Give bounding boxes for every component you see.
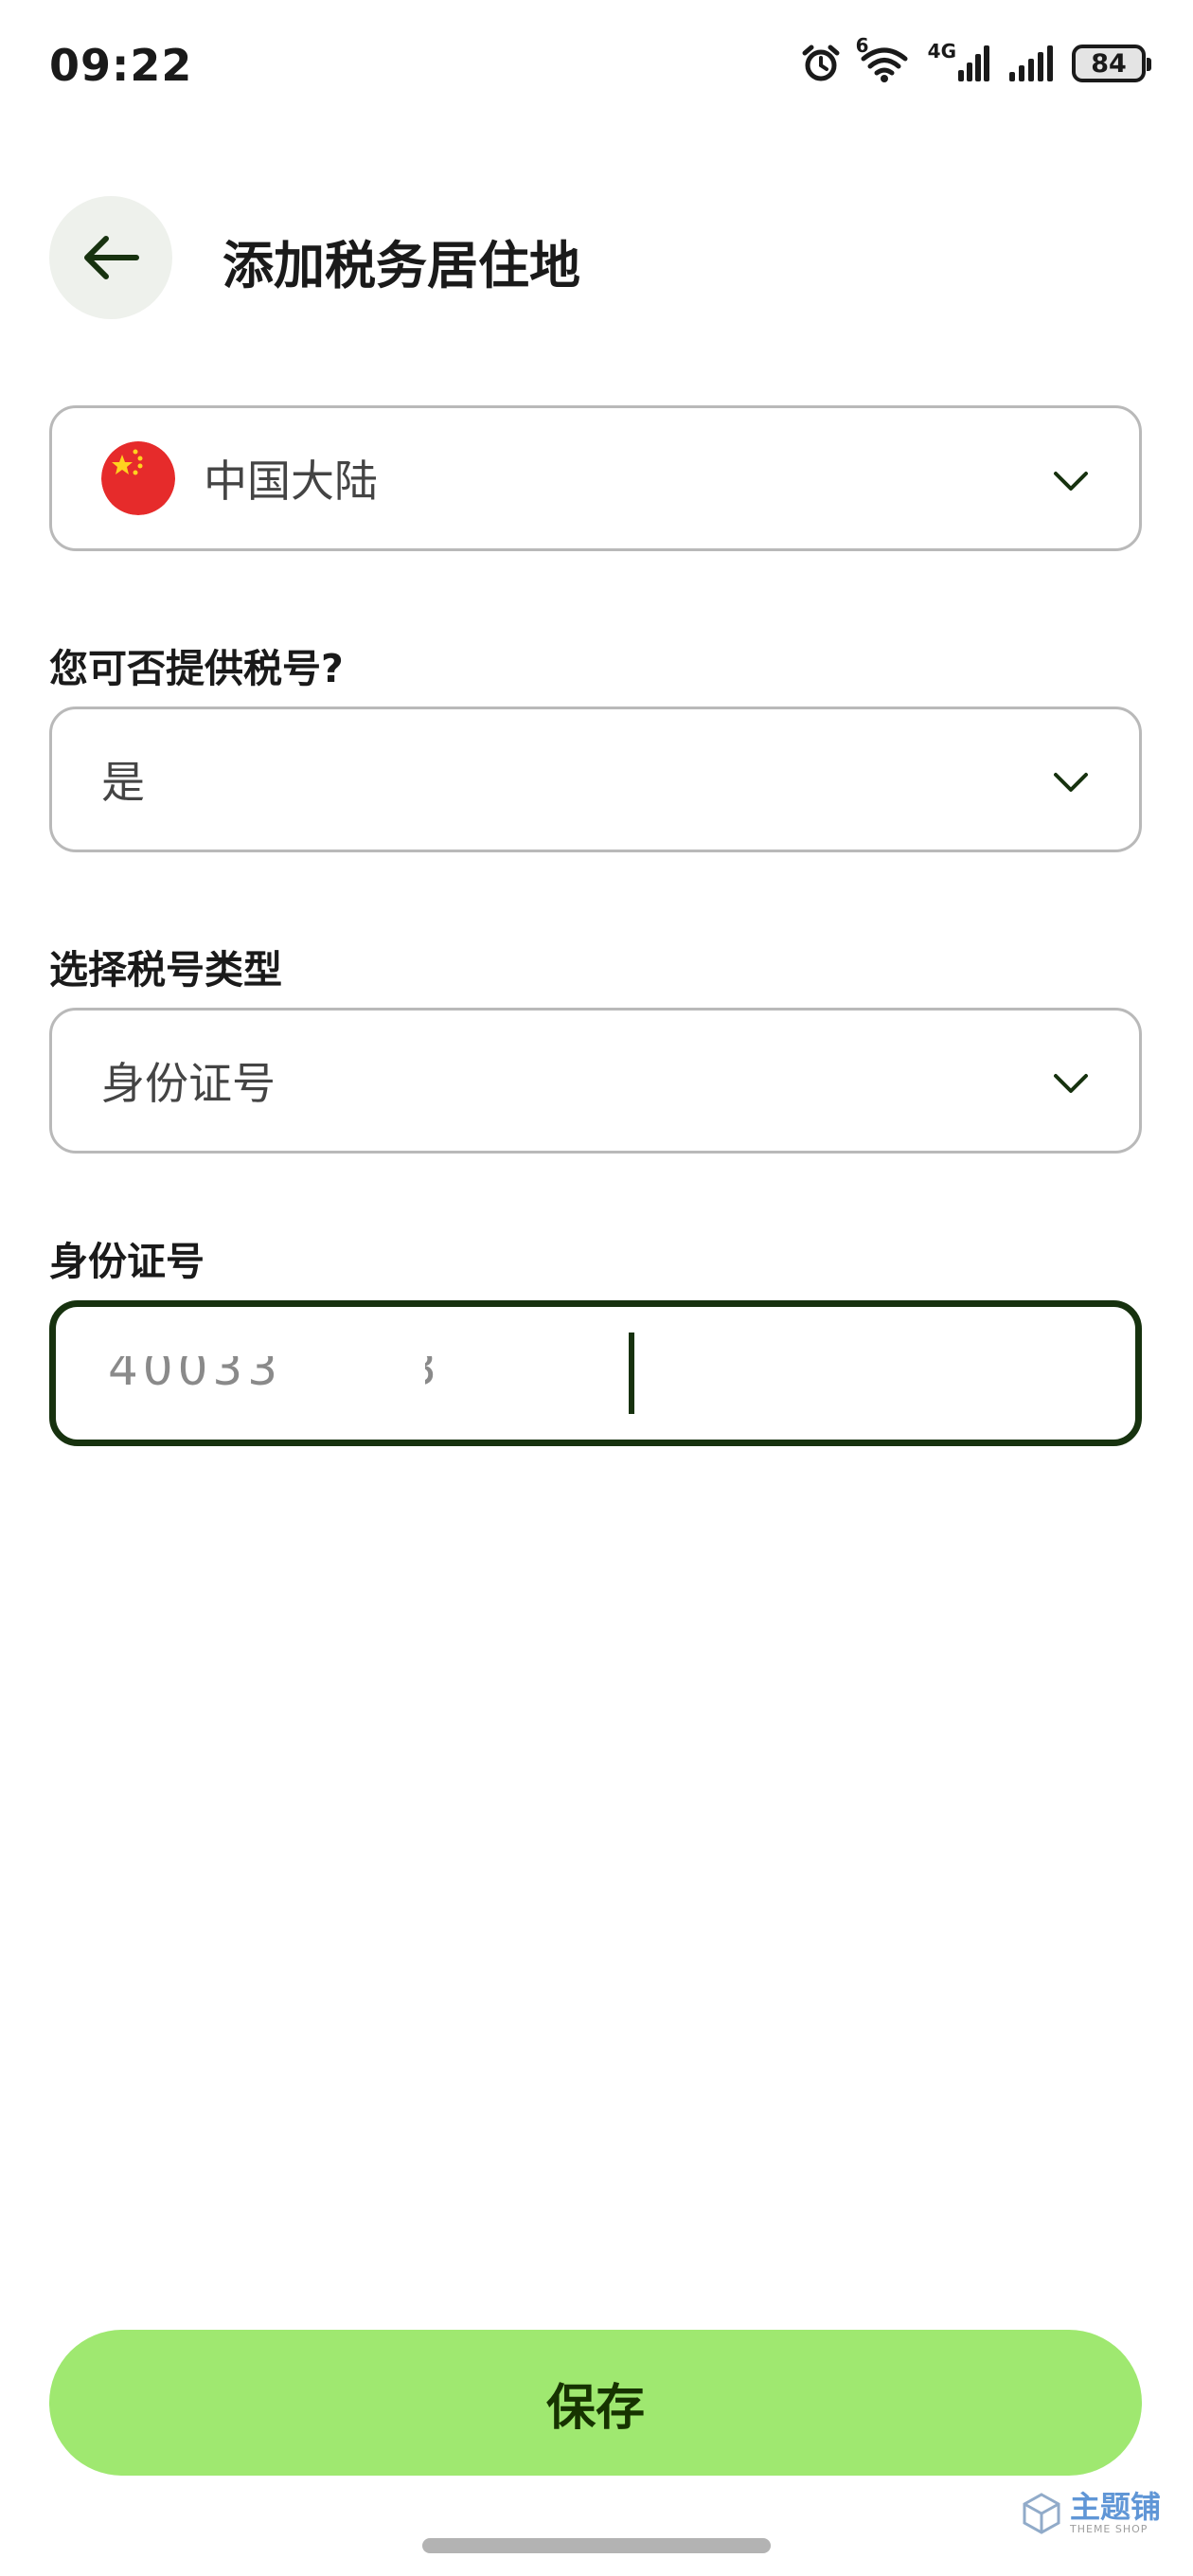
- wifi-label: 6: [855, 34, 869, 57]
- country-value: 中国大陆: [204, 456, 378, 507]
- save-button[interactable]: 保存: [49, 2330, 1142, 2476]
- battery-level: 84: [1091, 48, 1127, 79]
- china-flag-icon: [101, 441, 175, 515]
- battery-icon: 84: [1072, 45, 1151, 82]
- status-bar: 09:22 6 4G 84: [0, 0, 1193, 142]
- chevron-down-icon: [1054, 472, 1088, 491]
- redaction-middle: [274, 1354, 425, 1402]
- tax-number-type-value: 身份证号: [101, 1058, 276, 1109]
- id-number-input[interactable]: 400332 083: [49, 1300, 1142, 1446]
- back-button[interactable]: [49, 196, 172, 319]
- watermark-main: 主题铺: [1070, 2489, 1162, 2525]
- status-time: 09:22: [49, 40, 193, 91]
- home-indicator[interactable]: [422, 2538, 771, 2553]
- tax-number-question-value: 是: [101, 757, 145, 808]
- watermark: 主题铺 THEME SHOP: [1021, 2491, 1161, 2535]
- tax-number-question-label: 您可否提供税号?: [49, 646, 344, 691]
- country-select[interactable]: 中国大陆: [49, 405, 1142, 551]
- watermark-sub: THEME SHOP: [1070, 2523, 1148, 2535]
- page-title: 添加税务居住地: [223, 236, 580, 295]
- cellular-4g-icon: 4G: [928, 40, 990, 81]
- chevron-down-icon: [1054, 773, 1088, 792]
- cellular-icon: [1009, 45, 1053, 81]
- wifi-icon: 6: [856, 34, 909, 83]
- status-icons: 6 4G 84: [801, 34, 1151, 83]
- tax-number-question-select[interactable]: 是: [49, 707, 1142, 852]
- arrow-left-icon: [84, 236, 139, 279]
- tax-number-type-select[interactable]: 身份证号: [49, 1008, 1142, 1154]
- tax-number-type-label: 选择税号类型: [49, 947, 282, 993]
- text-caret: [629, 1333, 634, 1414]
- id-number-label: 身份证号: [49, 1239, 205, 1284]
- redaction-end: [548, 1345, 629, 1402]
- cube-logo-icon: [1023, 2492, 1060, 2534]
- alarm-icon: [801, 44, 841, 83]
- screen: 09:22 6 4G 84 添加税务居住地 中国大陆 您可否提供税号? 是 选择…: [0, 0, 1193, 2576]
- chevron-down-icon: [1054, 1074, 1088, 1093]
- network-label: 4G: [927, 40, 956, 63]
